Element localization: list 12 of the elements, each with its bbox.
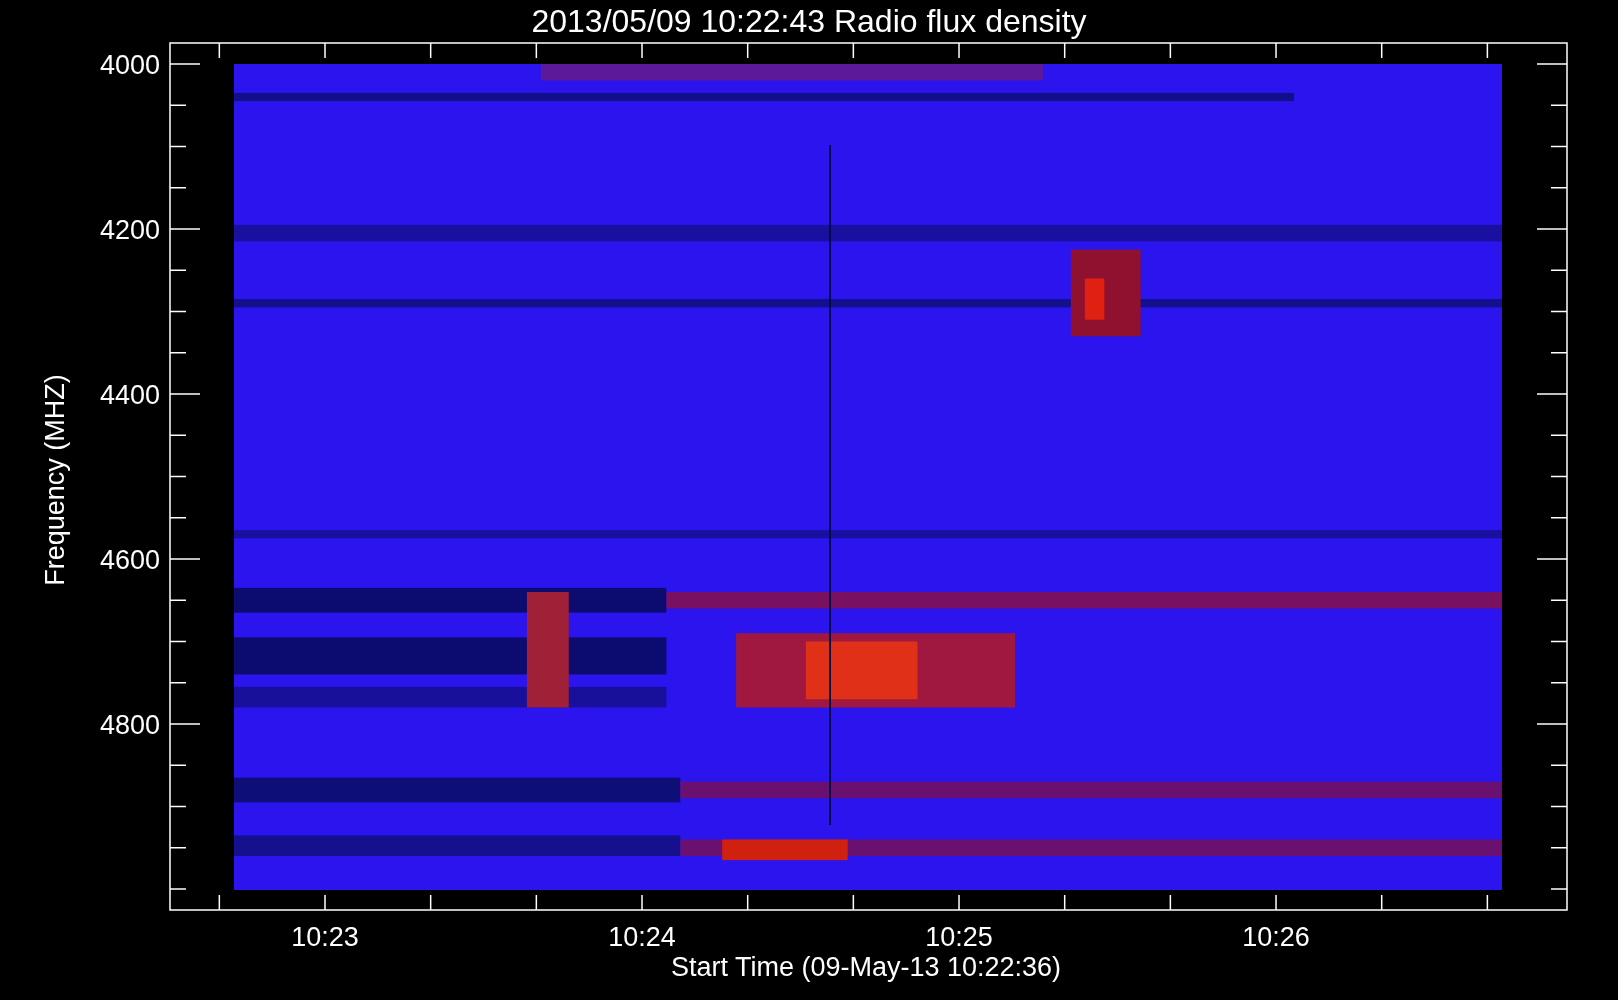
x-tick-label: 10:24 bbox=[608, 922, 676, 952]
x-tick-label: 10:26 bbox=[1242, 922, 1310, 952]
x-tick-label: 10:25 bbox=[925, 922, 993, 952]
y-tick-label: 4200 bbox=[99, 215, 160, 245]
y-tick-label: 4600 bbox=[99, 545, 160, 575]
x-tick-label: 10:23 bbox=[291, 922, 359, 952]
y-tick-label: 4000 bbox=[99, 50, 160, 80]
y-axis-label: Frequency (MHZ) bbox=[40, 374, 70, 586]
plot-title: 2013/05/09 10:22:43 Radio flux density bbox=[531, 3, 1087, 39]
y-tick-label: 4400 bbox=[99, 380, 160, 410]
y-tick-label: 4800 bbox=[99, 710, 160, 740]
x-axis-label: Start Time (09-May-13 10:22:36) bbox=[670, 952, 1062, 982]
